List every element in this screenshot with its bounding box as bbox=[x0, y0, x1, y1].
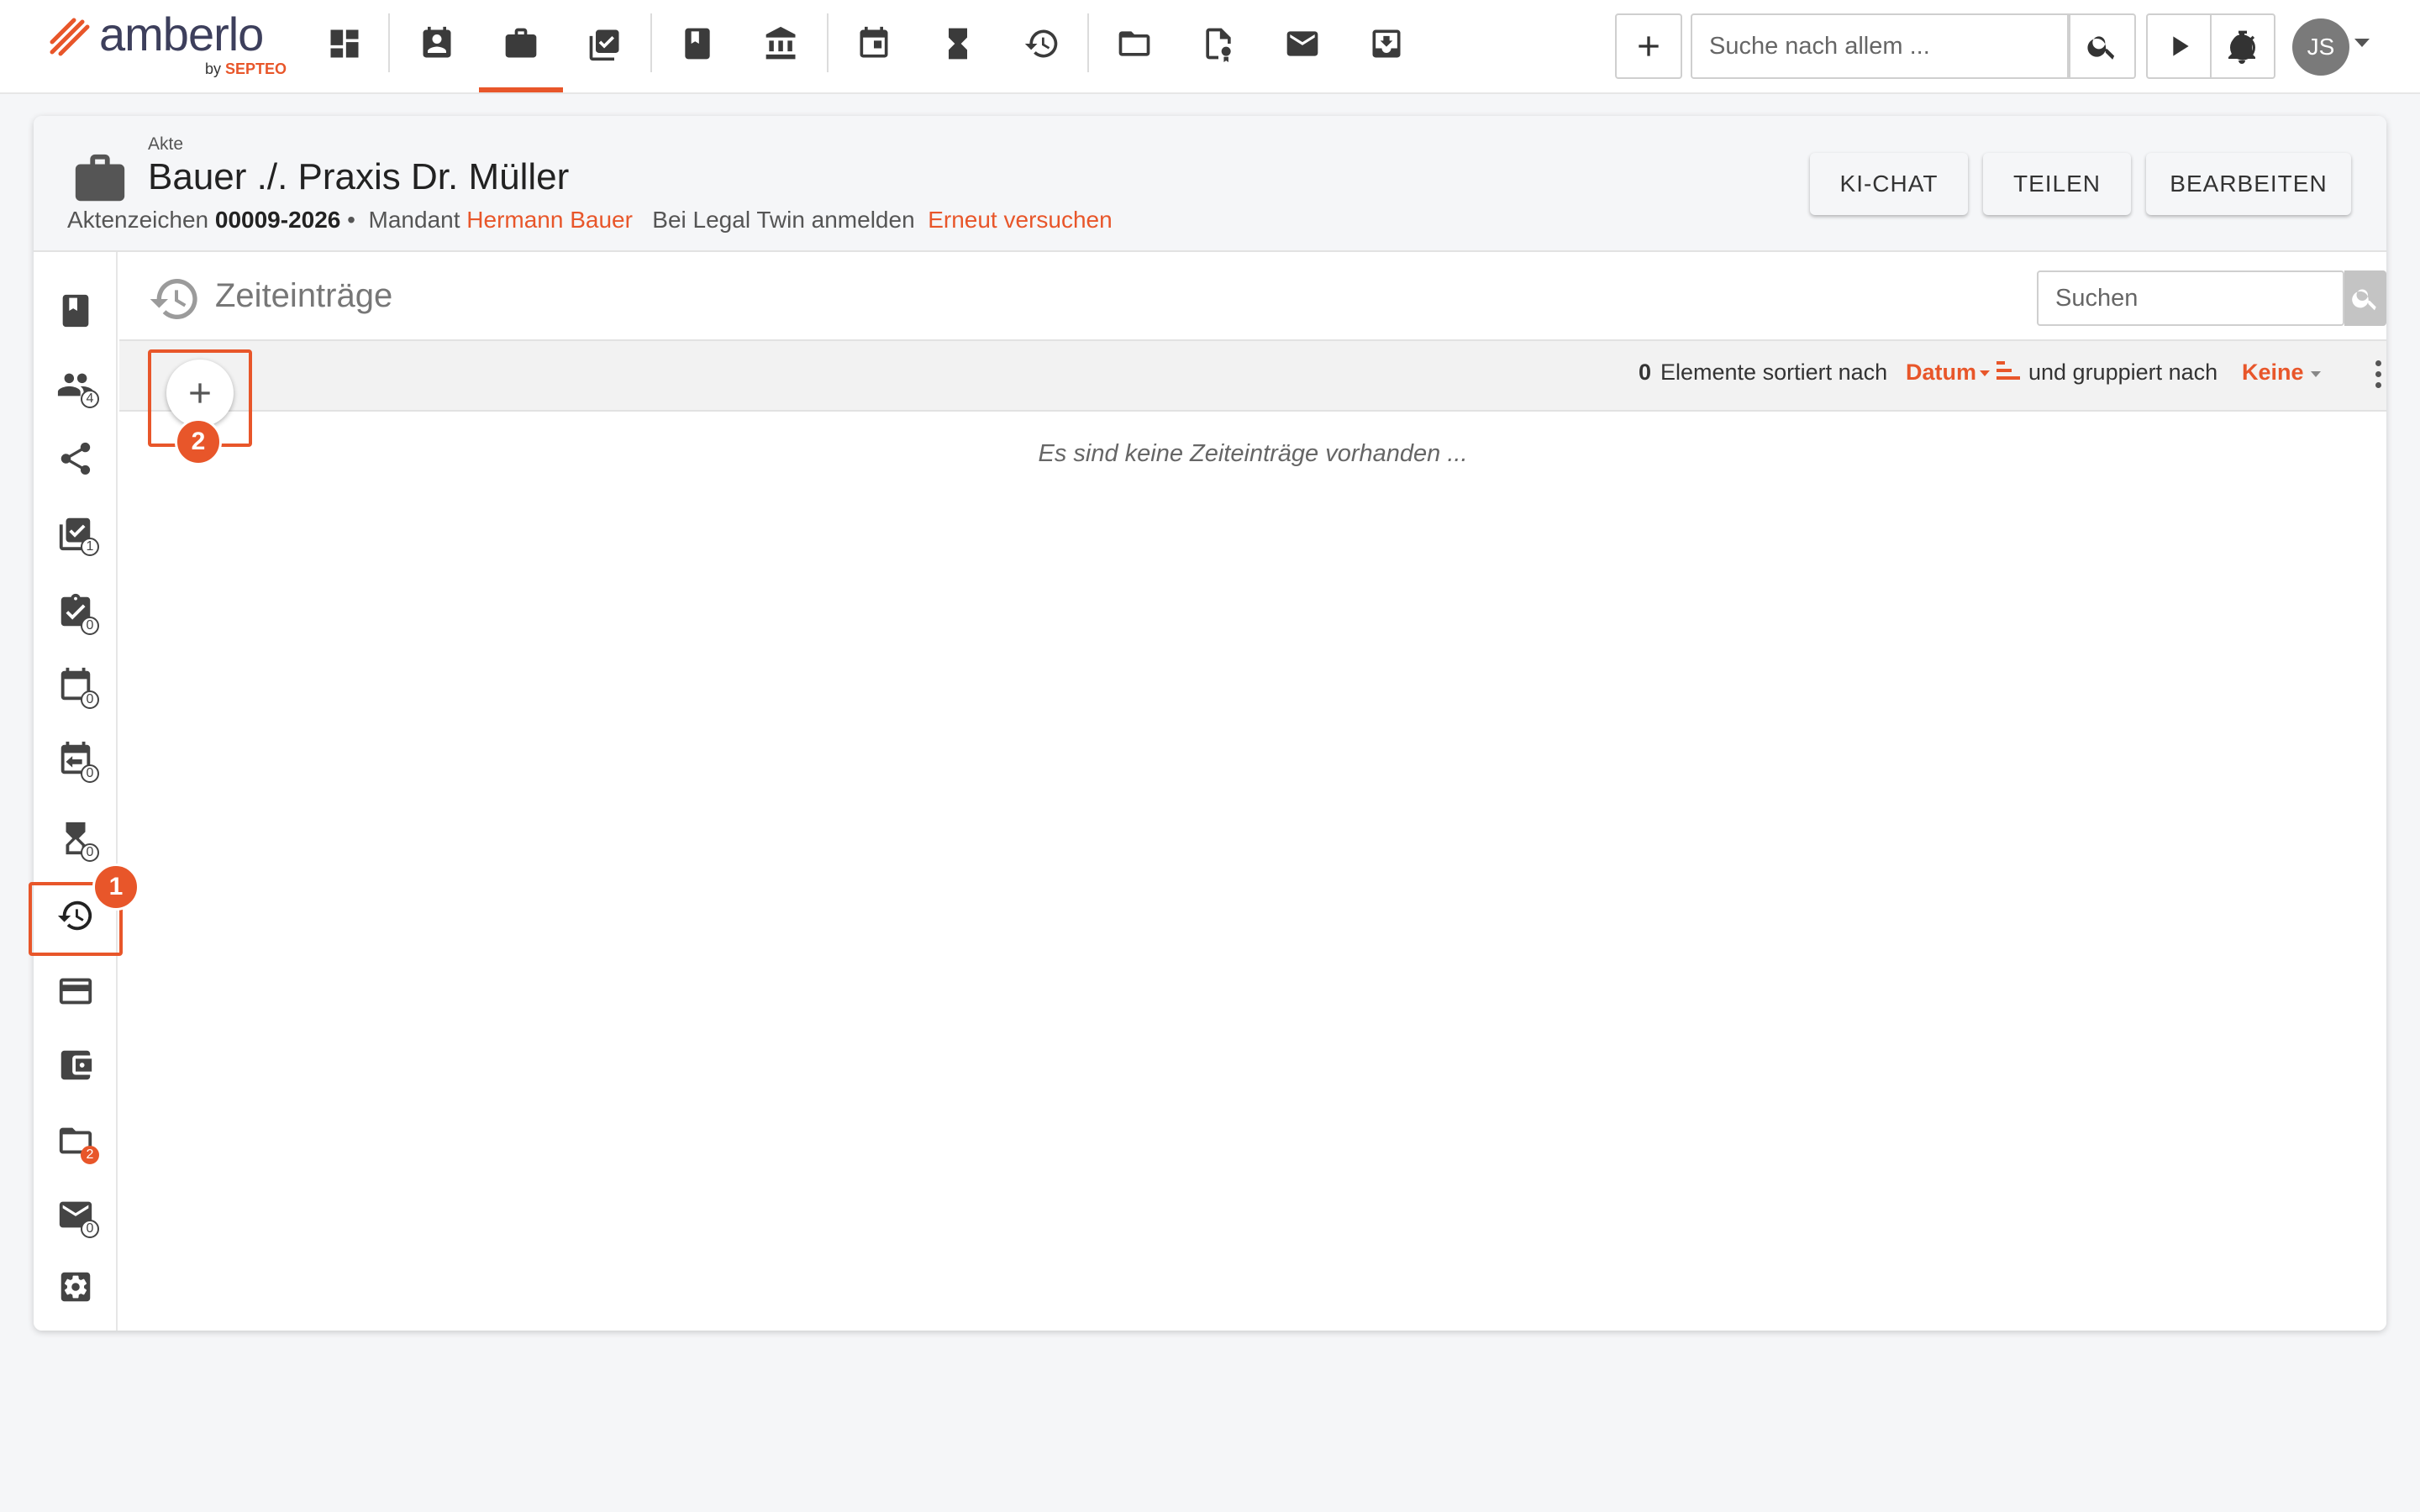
sidebar-item-wallet[interactable] bbox=[50, 1040, 101, 1090]
brand-byline: by SEPTEO bbox=[205, 60, 287, 77]
mandant-link[interactable]: Hermann Bauer bbox=[466, 207, 633, 233]
sidebar-item-deadlines[interactable]: 0 bbox=[50, 734, 101, 785]
item-count: 0 bbox=[1639, 360, 1652, 385]
case-type-label: Akte bbox=[148, 134, 184, 154]
section-header: Zeiteinträge Suchen bbox=[119, 252, 2386, 341]
top-navigation-bar: amberlo by SEPTEO Suche nach allem ... J… bbox=[0, 0, 2420, 94]
search-placeholder: Suche nach allem ... bbox=[1709, 32, 1930, 60]
group-caret-icon[interactable] bbox=[2311, 371, 2321, 377]
time-billing-icon[interactable] bbox=[1017, 18, 1067, 69]
appointments-count-badge: 0 bbox=[81, 690, 99, 709]
section-search-placeholder: Suchen bbox=[2055, 284, 2139, 312]
wallet-icon bbox=[60, 1050, 92, 1080]
briefcase-icon[interactable] bbox=[496, 18, 546, 69]
step-1-badge: 1 bbox=[92, 864, 139, 911]
mandant-label: Mandant bbox=[368, 207, 460, 233]
emails-count-badge: 0 bbox=[81, 1220, 99, 1238]
waiting-count-badge: 0 bbox=[81, 843, 99, 862]
tasks-count-badge: 1 bbox=[81, 538, 99, 556]
section-title: Zeiteinträge bbox=[215, 277, 393, 314]
document-badge-icon[interactable] bbox=[1193, 18, 1244, 69]
plus-icon bbox=[1639, 36, 1659, 56]
case-title: Bauer ./. Praxis Dr. Müller bbox=[148, 156, 570, 197]
deadlines-count-badge: 0 bbox=[81, 764, 99, 783]
share-icon bbox=[60, 442, 91, 475]
case-sidebar: 4 1 0 0 0 0 2 0 bbox=[34, 252, 118, 1331]
sidebar-item-tasks[interactable]: 1 bbox=[50, 507, 101, 558]
mail-icon[interactable] bbox=[1277, 18, 1328, 69]
meta-separator: • bbox=[347, 207, 355, 233]
calendar-icon[interactable] bbox=[849, 18, 899, 69]
search-icon bbox=[2087, 36, 2115, 60]
hourglass-icon[interactable] bbox=[933, 18, 983, 69]
retry-link[interactable]: Erneut versuchen bbox=[928, 207, 1112, 233]
participants-count-badge: 4 bbox=[81, 390, 99, 408]
aktenzeichen-value: 00009-2026 bbox=[214, 207, 341, 233]
nav-divider bbox=[827, 13, 829, 72]
list-toolbar: 0 Elemente sortiert nach Datum und grupp… bbox=[119, 341, 2386, 427]
sidebar-item-participants[interactable]: 4 bbox=[50, 360, 101, 410]
global-search-input[interactable]: Suche nach allem ... bbox=[1691, 13, 2069, 79]
sidebar-item-share[interactable] bbox=[50, 433, 101, 484]
documents-count-badge: 2 bbox=[81, 1146, 99, 1164]
group-field-dropdown[interactable]: Keine bbox=[2242, 360, 2304, 386]
inbox-download-icon[interactable] bbox=[1361, 18, 1412, 69]
nav-divider bbox=[650, 13, 652, 72]
tasks-icon[interactable] bbox=[580, 18, 630, 69]
play-icon bbox=[2173, 36, 2189, 56]
nav-divider bbox=[388, 13, 390, 72]
amberlo-logo[interactable]: amberlo by SEPTEO bbox=[49, 8, 292, 79]
nav-divider bbox=[1087, 13, 1089, 72]
time-entries-panel: Zeiteinträge Suchen 0 Elemente sortiert … bbox=[119, 252, 2386, 1331]
case-card: Akte Bauer ./. Praxis Dr. Müller Aktenze… bbox=[34, 116, 2386, 1331]
briefcase-icon bbox=[71, 150, 129, 208]
caret-down-icon[interactable] bbox=[2354, 39, 2370, 47]
sorted-by-label: Elemente sortiert nach bbox=[1660, 360, 1888, 385]
time-billing-icon bbox=[148, 272, 202, 326]
aktenzeichen-label: Aktenzeichen bbox=[67, 207, 209, 233]
sort-order-icon[interactable] bbox=[1996, 361, 2020, 383]
quick-add-button[interactable] bbox=[1615, 13, 1682, 79]
grouped-by-label: und gruppiert nach bbox=[2028, 360, 2218, 385]
checklist-count-badge: 0 bbox=[81, 617, 99, 635]
sort-field-dropdown[interactable]: Datum bbox=[1906, 360, 1991, 386]
edit-button[interactable]: BEARBEITEN bbox=[2146, 153, 2351, 215]
contacts-icon[interactable] bbox=[412, 18, 462, 69]
book-icon bbox=[62, 294, 89, 328]
institution-icon[interactable] bbox=[756, 18, 807, 69]
sidebar-item-invoices[interactable] bbox=[50, 966, 101, 1016]
sidebar-item-emails[interactable]: 0 bbox=[50, 1189, 101, 1240]
sidebar-item-documents[interactable]: 2 bbox=[50, 1116, 101, 1166]
step-2-badge: 2 bbox=[175, 418, 222, 465]
legal-twin-text: Bei Legal Twin anmelden bbox=[652, 207, 915, 233]
ki-chat-button[interactable]: KI-CHAT bbox=[1810, 153, 1968, 215]
case-header: Akte Bauer ./. Praxis Dr. Müller Aktenze… bbox=[34, 116, 2386, 252]
section-search-input[interactable]: Suchen bbox=[2037, 270, 2344, 326]
sidebar-item-checklist[interactable]: 0 bbox=[50, 586, 101, 637]
user-avatar[interactable]: JS bbox=[2292, 18, 2349, 76]
brand-name: amberlo bbox=[99, 8, 264, 60]
sidebar-item-appointments[interactable]: 0 bbox=[50, 660, 101, 711]
active-nav-indicator bbox=[479, 87, 563, 92]
sidebar-item-notes[interactable] bbox=[50, 286, 101, 336]
bell-icon[interactable] bbox=[2222, 27, 2262, 67]
book-icon[interactable] bbox=[672, 18, 723, 69]
settings-icon bbox=[60, 1272, 91, 1302]
share-button[interactable]: TEILEN bbox=[1983, 153, 2131, 215]
global-search-button[interactable] bbox=[2069, 13, 2136, 79]
start-timer-button[interactable] bbox=[2146, 13, 2212, 79]
case-meta-row: Aktenzeichen 00009-2026 • Mandant Herman… bbox=[67, 207, 1113, 234]
credit-card-icon bbox=[59, 978, 92, 1005]
search-icon bbox=[2352, 289, 2376, 311]
sidebar-item-settings[interactable] bbox=[50, 1262, 101, 1312]
section-search-button[interactable] bbox=[2344, 270, 2386, 326]
logo-mark-icon bbox=[50, 18, 90, 56]
sidebar-item-waiting[interactable]: 0 bbox=[50, 813, 101, 864]
dashboard-icon[interactable] bbox=[319, 18, 370, 69]
folder-icon[interactable] bbox=[1109, 18, 1160, 69]
more-options-icon[interactable] bbox=[2373, 358, 2383, 395]
empty-state-message: Es sind keine Zeiteinträge vorhanden ... bbox=[1038, 440, 1468, 467]
